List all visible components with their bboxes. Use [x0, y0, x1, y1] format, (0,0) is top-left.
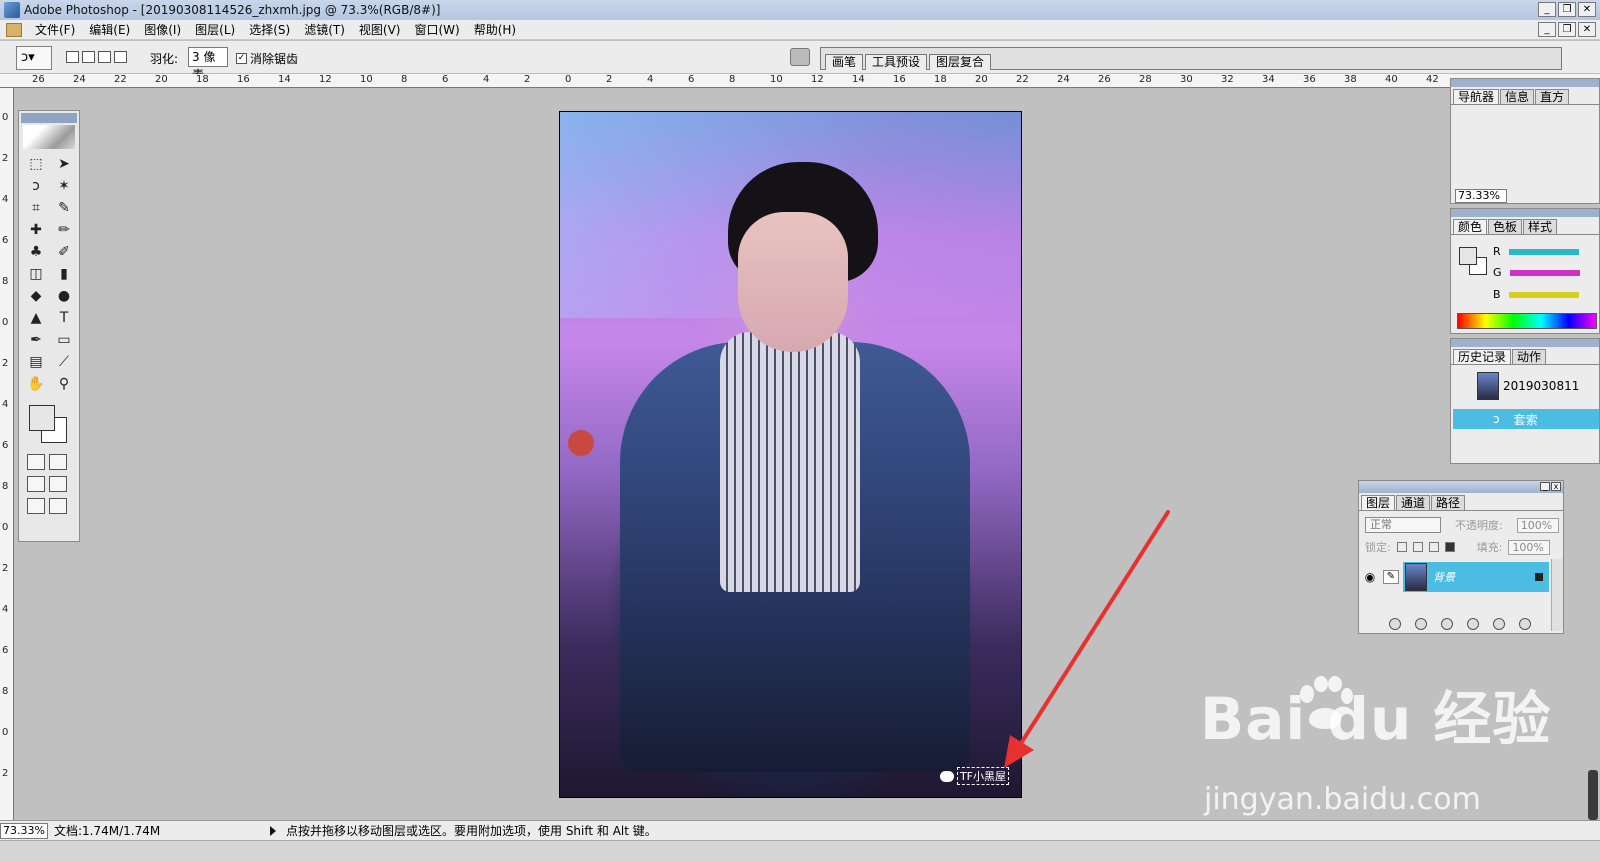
baidu-url-text: jingyan.baidu.com	[1204, 782, 1481, 817]
status-menu-arrow-icon[interactable]	[270, 825, 276, 836]
taskbar-strip	[0, 840, 1600, 862]
status-zoom-field[interactable]: 73.33%	[0, 822, 48, 839]
panel-foreground-swatch[interactable]	[1459, 247, 1477, 265]
baidu-jingyan-watermark: Bai du 经验 jingyan.baidu.com	[1200, 672, 1552, 817]
status-bar: 73.33% 文档:1.74M/1.74M 点按并拖移以移动图层或选区。要用附加…	[0, 820, 1600, 840]
status-hint: 点按并拖移以移动图层或选区。要用附加选项，使用 Shift 和 Alt 键。	[286, 824, 657, 838]
baidu-logo-text: Bai du 经验	[1200, 685, 1552, 753]
side-scroll-handle[interactable]	[1588, 770, 1598, 820]
foreground-color-swatch[interactable]	[29, 405, 55, 431]
document-info[interactable]: 文档:1.74M/1.74M	[54, 822, 264, 839]
baidu-paw-icon	[1300, 676, 1353, 729]
